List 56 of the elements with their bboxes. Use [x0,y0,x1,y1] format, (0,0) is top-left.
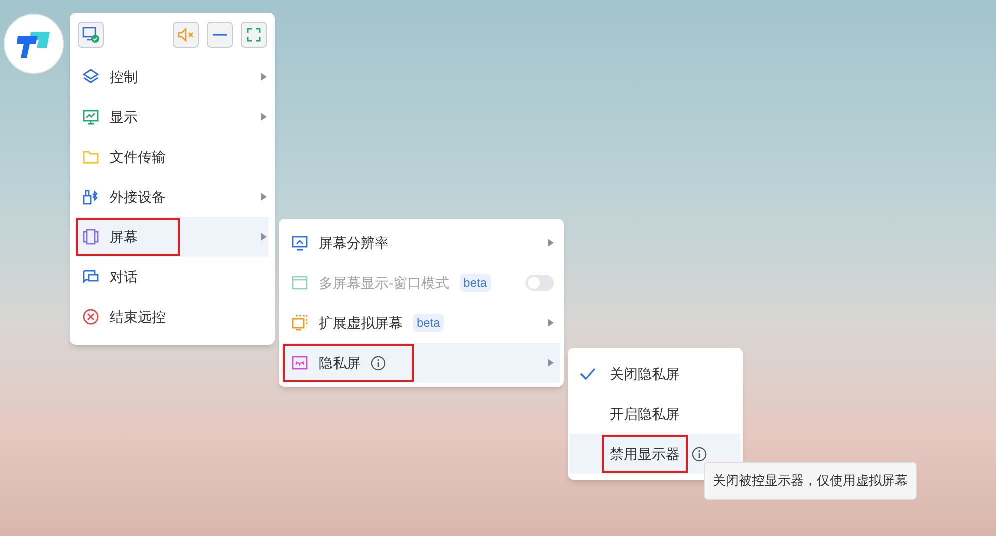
submenu-item-label: 屏幕分辨率 [319,234,389,252]
beta-badge: beta [460,274,492,292]
info-icon[interactable] [692,446,707,462]
menu-item-label: 控制 [110,68,138,86]
tooltip: 关闭被控显示器，仅使用虚拟屏幕 [704,462,917,500]
caret-icon [548,359,554,367]
caret-icon [548,239,554,247]
submenu-item[interactable]: 扩展虚拟屏幕 beta [283,303,560,343]
menu-item[interactable]: 文件传输 [76,137,269,177]
menu-item[interactable]: 控制 [76,57,269,97]
caret-icon [261,113,267,121]
submenu-item[interactable]: 禁用显示器 [570,434,741,474]
menu-item-label: 对话 [110,268,138,286]
beta-badge: beta [413,314,444,332]
submenu-item[interactable]: 关闭隐私屏 [570,354,741,394]
menu-item[interactable]: 屏幕 [76,217,269,257]
submenu-item[interactable]: 隐私屏 [283,343,560,383]
monitor-icon [82,108,100,126]
minimize-button[interactable] [207,22,233,48]
layers-icon [82,68,100,86]
submenu-item[interactable]: 开启隐私屏 [570,394,741,434]
fullscreen-icon [246,27,262,43]
submenu-item[interactable]: 屏幕分辨率 [283,223,560,263]
submenu-item-label: 关闭隐私屏 [610,364,680,384]
remote-screen-button[interactable] [78,22,104,48]
caret-icon [261,233,267,241]
menu-item-label: 文件传输 [110,148,166,166]
menu-item-label: 外接设备 [110,188,166,206]
caret-icon [261,193,267,201]
submenu-item-label: 开启隐私屏 [610,404,680,424]
close-circle-icon [82,308,100,326]
closed-eye-icon [291,354,309,372]
menu-item[interactable]: 对话 [76,257,269,297]
screens-stack-icon [291,314,309,332]
window-icon [291,274,309,292]
minimize-icon [213,34,227,36]
muted-speaker-icon [177,26,195,44]
info-icon[interactable] [371,356,386,370]
caret-icon [548,319,554,327]
menu-item-label: 结束远控 [110,308,166,326]
submenu-item-label: 扩展虚拟屏幕 [319,314,403,332]
fullscreen-button[interactable] [241,22,267,48]
menu-item-label: 显示 [110,108,138,126]
menu-item[interactable]: 显示 [76,97,269,137]
monitor-icon [291,234,309,252]
submenu-item-label: 隐私屏 [319,354,361,372]
usb-bluetooth-icon [82,188,100,206]
screens-icon [82,228,100,246]
caret-icon [261,73,267,81]
menu-item[interactable]: 结束远控 [76,297,269,337]
submenu-item-label: 禁用显示器 [610,444,680,464]
monitor-check-icon [82,26,100,44]
menu-item-label: 屏幕 [110,228,138,246]
submenu-item-label: 多屏幕显示-窗口模式 [319,274,450,292]
chat-icon [82,268,100,286]
menu-item[interactable]: 外接设备 [76,177,269,217]
